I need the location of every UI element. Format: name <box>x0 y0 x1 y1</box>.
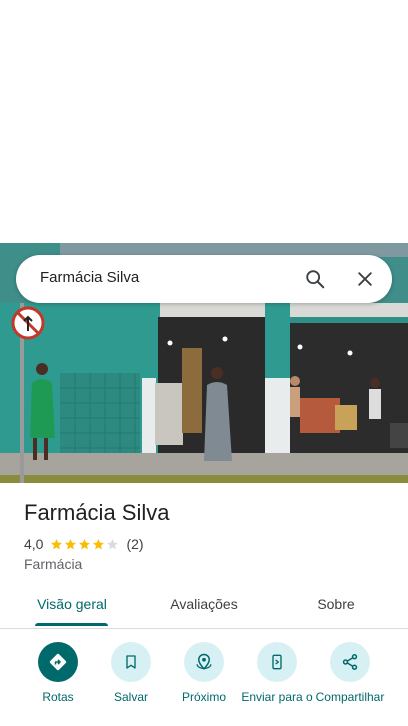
rating-value: 4,0 <box>24 536 44 552</box>
star-filled-icon <box>65 538 77 549</box>
active-tab-indicator <box>35 623 108 626</box>
nearby-icon <box>184 642 224 682</box>
send-to-phone-label: Enviar para o <box>241 690 313 704</box>
bookmark-icon <box>111 642 151 682</box>
search-bar[interactable]: Farmácia Silva <box>16 255 392 303</box>
tab-bar: Visão geral Avaliações Sobre <box>0 588 408 629</box>
star-filled-icon <box>93 538 105 549</box>
star-filled-icon <box>51 538 63 549</box>
place-title: Farmácia Silva <box>24 500 170 525</box>
share-icon <box>330 642 370 682</box>
search-input[interactable]: Farmácia Silva <box>40 255 139 303</box>
save-label: Salvar <box>113 690 148 704</box>
star-filled-icon <box>79 538 91 549</box>
rating-row[interactable]: 4,0 (2) <box>24 535 144 553</box>
search-icon[interactable] <box>301 265 329 293</box>
save-button[interactable]: Salvar <box>94 642 168 718</box>
tab-overview[interactable]: Visão geral <box>30 588 114 628</box>
directions-label: Rotas <box>42 690 74 704</box>
close-icon[interactable] <box>351 265 379 293</box>
directions-icon <box>38 642 78 682</box>
nearby-button[interactable]: Próximo <box>167 642 241 718</box>
tab-reviews[interactable]: Avaliações <box>162 588 246 628</box>
directions-button[interactable]: Rotas <box>21 642 95 718</box>
star-rating <box>50 538 120 551</box>
share-button[interactable]: Compartilhar <box>313 642 387 718</box>
tab-about[interactable]: Sobre <box>300 588 372 628</box>
place-category: Farmácia <box>24 556 83 572</box>
send-to-phone-icon <box>257 642 297 682</box>
nearby-label: Próximo <box>181 690 226 704</box>
review-count[interactable]: (2) <box>126 536 143 552</box>
star-empty-icon <box>107 538 119 549</box>
send-to-phone-button[interactable]: Enviar para o <box>240 642 314 718</box>
share-label: Compartilhar <box>315 690 385 704</box>
